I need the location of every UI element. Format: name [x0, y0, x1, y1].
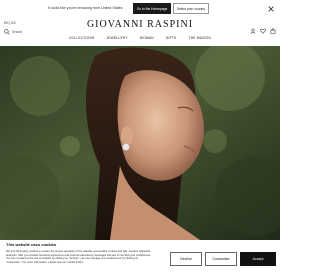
go-to-homepage-button[interactable]: Go to the Homepage: [133, 3, 171, 14]
close-icon[interactable]: ×: [264, 2, 278, 16]
nav-item-the-maison[interactable]: THE MAISON: [189, 36, 212, 40]
bag-icon[interactable]: [270, 28, 276, 34]
search-label: Search: [12, 30, 23, 34]
country-banner-message: It looks like you're browsing from Unite…: [48, 6, 123, 10]
select-country-button[interactable]: Select your country: [173, 3, 209, 14]
wishlist-icon[interactable]: [260, 28, 266, 34]
cookie-title: This website uses cookies: [6, 242, 57, 247]
country-banner: It looks like you're browsing from Unite…: [0, 0, 280, 18]
nav-item-woman[interactable]: WOMAN: [140, 36, 154, 40]
cookie-description: We and third-party cookies to ensure the…: [6, 250, 152, 264]
hero-image: [0, 46, 280, 240]
customise-button[interactable]: Customise: [205, 252, 237, 266]
hero-photo: [0, 46, 280, 240]
nav-item-gifts[interactable]: GIFTS: [166, 36, 177, 40]
decline-button[interactable]: Decline: [170, 252, 202, 266]
account-icon[interactable]: [250, 28, 256, 34]
main-nav: COLLECTIONS JEWELLERY WOMAN GIFTS THE MA…: [0, 36, 280, 40]
accept-button[interactable]: Accept: [240, 252, 276, 266]
brand-logo[interactable]: GIOVANNI RASPINI: [0, 19, 280, 30]
site-header: EN | US Search GIOVANNI RASPINI COLLECTI…: [0, 18, 280, 46]
nav-item-jewellery[interactable]: JEWELLERY: [106, 36, 127, 40]
header-icons: [250, 28, 276, 34]
cookie-banner: This website uses cookies We and third-p…: [0, 240, 280, 280]
nav-item-collections[interactable]: COLLECTIONS: [69, 36, 94, 40]
